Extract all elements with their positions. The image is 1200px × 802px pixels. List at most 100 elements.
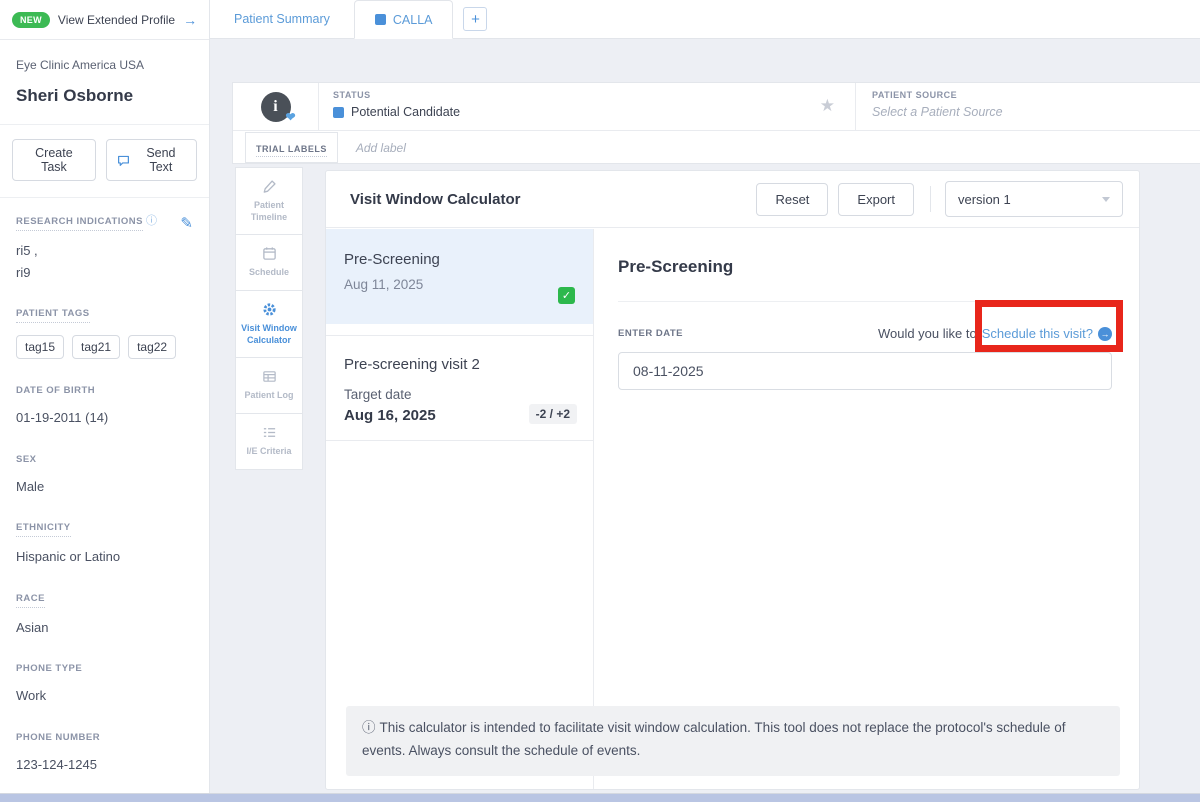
- schedule-visit-link[interactable]: Schedule this visit? →: [982, 326, 1112, 341]
- send-text-button[interactable]: Send Text: [106, 139, 197, 181]
- visit-item-pre-screening[interactable]: Pre-Screening Aug 11, 2025 ✓: [326, 229, 593, 324]
- send-text-label: Send Text: [136, 146, 186, 174]
- patient-sidebar: NEW View Extended Profile → Eye Clinic A…: [0, 0, 210, 793]
- nav-tab-schedule[interactable]: Schedule: [235, 234, 303, 291]
- field-race: RACE Asian: [16, 567, 193, 638]
- bottom-scrollbar[interactable]: [0, 793, 1200, 802]
- field-label: SEX: [16, 454, 37, 465]
- info-icon[interactable]: ⓘ: [146, 215, 157, 227]
- patient-source-placeholder: Select a Patient Source: [872, 105, 1184, 119]
- visit-window-badge: -2 / +2: [529, 404, 577, 424]
- nav-tab-visit-window-calculator[interactable]: Visit Window Calculator: [235, 290, 303, 358]
- checkmark-icon: ✓: [562, 289, 571, 302]
- trial-nav-tabs: Patient Timeline Schedule Visit Window C…: [235, 167, 303, 470]
- heart-icon: ❤: [285, 110, 295, 125]
- clinic-name: Eye Clinic America USA: [0, 40, 209, 72]
- tab-calla[interactable]: CALLA: [354, 0, 454, 39]
- status-row: i ❤ STATUS Potential Candidate ★ PATIENT…: [233, 83, 1200, 131]
- header-divider: [930, 186, 931, 212]
- field-value: 123-124-1245: [16, 755, 193, 775]
- export-button[interactable]: Export: [838, 183, 914, 216]
- status-card: i ❤ STATUS Potential Candidate ★ PATIENT…: [232, 82, 1200, 164]
- patient-name: Sheri Osborne: [0, 72, 209, 125]
- field-ethnicity: ETHNICITY Hispanic or Latino: [16, 496, 193, 567]
- status-label: STATUS: [333, 90, 841, 100]
- avatar-letter: i: [273, 98, 277, 116]
- visit-date-input[interactable]: [618, 352, 1112, 390]
- nav-tab-label: Visit Window Calculator: [240, 323, 298, 346]
- research-indication-value: ri5 ,: [16, 241, 193, 261]
- calculator-body: Pre-Screening Aug 11, 2025 ✓ Pre-screeni…: [326, 229, 1139, 789]
- view-extended-profile-banner[interactable]: NEW View Extended Profile →: [0, 0, 209, 40]
- field-phone-number: PHONE NUMBER 123-124-1245: [16, 706, 193, 775]
- schedule-prompt-text: Would you like to: [878, 326, 977, 341]
- patient-source-select[interactable]: PATIENT SOURCE Select a Patient Source: [855, 83, 1200, 130]
- enter-date-label: ENTER DATE: [618, 328, 683, 339]
- visit-name: Pre-Screening: [344, 251, 575, 268]
- star-icon[interactable]: ★: [820, 96, 835, 116]
- visit-completed-checkbox[interactable]: ✓: [558, 287, 575, 304]
- patient-profile-page: NEW View Extended Profile → Eye Clinic A…: [0, 0, 1200, 802]
- sidebar-fields: RESEARCH INDICATIONSⓘ ✎ ri5 , ri9 PATIEN…: [0, 198, 209, 802]
- list-icon: [262, 425, 277, 440]
- trial-labels-row: TRIAL LABELS Add label: [233, 131, 1200, 164]
- trial-tab-bar: Patient Summary CALLA +: [210, 0, 1200, 39]
- schedule-prompt: Would you like to Schedule this visit? →: [878, 326, 1112, 341]
- create-task-button[interactable]: Create Task: [12, 139, 96, 181]
- field-value: Asian: [16, 618, 193, 638]
- disclaimer-text: This calculator is intended to facilitat…: [362, 720, 1065, 758]
- status-value: Potential Candidate: [351, 105, 460, 119]
- patient-source-label: PATIENT SOURCE: [872, 90, 1184, 100]
- visit-name: Pre-screening visit 2: [344, 356, 575, 373]
- field-label: RACE: [16, 593, 45, 608]
- add-label-input[interactable]: Add label: [356, 141, 406, 155]
- field-label: PHONE NUMBER: [16, 732, 100, 743]
- nav-tab-label: Schedule: [249, 267, 289, 279]
- field-label: ETHNICITY: [16, 522, 71, 537]
- nav-tab-label: I/E Criteria: [246, 446, 291, 458]
- nav-tab-patient-log[interactable]: Patient Log: [235, 357, 303, 414]
- reset-button[interactable]: Reset: [756, 183, 828, 216]
- patient-tag: tag21: [72, 335, 120, 359]
- calculator-header: Visit Window Calculator Reset Export ver…: [326, 171, 1139, 228]
- trial-labels-label: TRIAL LABELS: [256, 144, 327, 157]
- field-sex: SEX Male: [16, 428, 193, 497]
- patient-avatar-cell: i ❤: [233, 83, 319, 130]
- field-date-of-birth: DATE OF BIRTH 01-19-2011 (14): [16, 359, 193, 428]
- visit-detail-panel: Pre-Screening ENTER DATE Would you like …: [594, 229, 1142, 789]
- calculator-title: Visit Window Calculator: [350, 191, 746, 208]
- visit-list: Pre-Screening Aug 11, 2025 ✓ Pre-screeni…: [326, 229, 594, 789]
- new-badge: NEW: [12, 12, 50, 28]
- view-extended-profile-label: View Extended Profile: [58, 13, 175, 27]
- patient-tag: tag15: [16, 335, 64, 359]
- pencil-icon: [262, 179, 277, 194]
- version-select[interactable]: version 1: [945, 181, 1123, 217]
- info-icon: ⓘ: [362, 720, 376, 735]
- nav-tab-patient-timeline[interactable]: Patient Timeline: [235, 167, 303, 235]
- visit-detail-heading: Pre-Screening: [618, 257, 1112, 277]
- edit-pencil-icon[interactable]: ✎: [180, 214, 193, 232]
- nav-tab-ie-criteria[interactable]: I/E Criteria: [235, 413, 303, 470]
- tab-patient-summary[interactable]: Patient Summary: [210, 0, 354, 38]
- sidebar-actions: Create Task Send Text: [0, 125, 209, 198]
- target-date-label: Target date: [344, 387, 575, 402]
- add-trial-tab-button[interactable]: +: [463, 7, 487, 31]
- nav-tab-label: Patient Log: [245, 390, 294, 402]
- chat-icon: [117, 154, 130, 167]
- trial-square-icon: [375, 14, 386, 25]
- trial-labels-tab: TRIAL LABELS: [245, 132, 338, 163]
- calendar-icon: [262, 246, 277, 261]
- tab-calla-label: CALLA: [393, 13, 433, 27]
- patient-tags-section: PATIENT TAGS tag15 tag21 tag22: [16, 282, 193, 359]
- patient-info-icon: i ❤: [261, 92, 291, 122]
- field-value: Male: [16, 477, 193, 497]
- status-select[interactable]: STATUS Potential Candidate ★: [319, 83, 855, 130]
- table-icon: [262, 369, 277, 384]
- field-phone-type: PHONE TYPE Work: [16, 637, 193, 706]
- visit-item-pre-screening-visit-2[interactable]: Pre-screening visit 2 Target date Aug 16…: [326, 335, 593, 441]
- enter-date-row: ENTER DATE Would you like to Schedule th…: [618, 326, 1112, 341]
- nav-tab-label: Patient Timeline: [240, 200, 298, 223]
- field-value: Work: [16, 686, 193, 706]
- gear-icon: [262, 302, 277, 317]
- arrow-right-icon[interactable]: →: [183, 12, 197, 28]
